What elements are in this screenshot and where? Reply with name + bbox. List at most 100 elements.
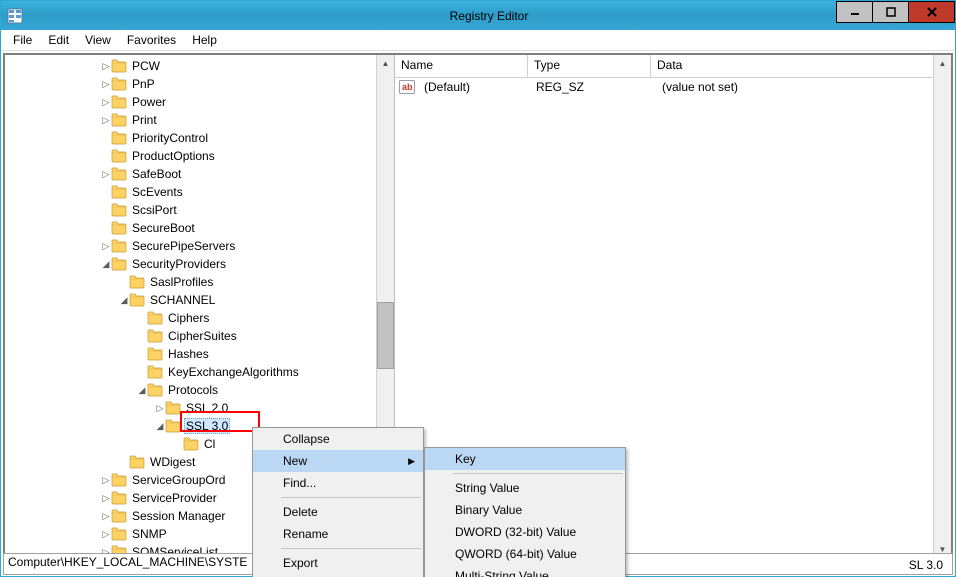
tree-node-keyexchangealgorithms[interactable]: KeyExchangeAlgorithms — [5, 363, 377, 381]
menu-file[interactable]: File — [5, 31, 40, 49]
tree-node-protocols[interactable]: ◢Protocols — [5, 381, 377, 399]
tree-node-securepipeservers[interactable]: ▷ SecurePipeServers — [5, 237, 377, 255]
folder-icon — [129, 275, 145, 289]
folder-icon — [111, 113, 127, 127]
tree-label: PCW — [130, 59, 162, 73]
values-scrollbar[interactable]: ▲ ▼ — [933, 55, 951, 558]
folder-icon — [111, 491, 127, 505]
expand-toggle[interactable]: ◢ — [155, 421, 165, 432]
scroll-up-button[interactable]: ▲ — [934, 55, 951, 72]
tree-label: Hashes — [166, 347, 211, 361]
cell-type: REG_SZ — [530, 79, 656, 95]
col-name[interactable]: Name — [395, 55, 528, 77]
menu-item-rename[interactable]: Rename — [253, 523, 423, 545]
expand-toggle[interactable]: ▷ — [101, 61, 111, 72]
folder-icon — [111, 221, 127, 235]
context-menu[interactable]: CollapseNew▶Find...DeleteRenameExportPer… — [252, 427, 424, 577]
expand-toggle[interactable]: ▷ — [101, 97, 111, 108]
menu-item-binary-value[interactable]: Binary Value — [425, 499, 625, 521]
tree-node-scsiport[interactable]: ScsiPort — [5, 201, 377, 219]
expand-toggle[interactable]: ▷ — [101, 493, 111, 504]
tree-label: ScEvents — [130, 185, 185, 199]
expand-toggle[interactable]: ▷ — [101, 511, 111, 522]
titlebar[interactable]: Registry Editor — [1, 1, 955, 30]
folder-icon — [111, 95, 127, 109]
menu-item-qword-64-bit-value[interactable]: QWORD (64-bit) Value — [425, 543, 625, 565]
menu-item-find-[interactable]: Find... — [253, 472, 423, 494]
expand-toggle[interactable]: ▷ — [101, 115, 111, 126]
menu-item-multi-string-value[interactable]: Multi-String Value — [425, 565, 625, 577]
menu-edit[interactable]: Edit — [40, 31, 77, 49]
menu-bar[interactable]: FileEditViewFavoritesHelp — [1, 30, 955, 51]
tree-label: SNMP — [130, 527, 169, 541]
tree-node-securityproviders[interactable]: ◢ SecurityProviders — [5, 255, 377, 273]
folder-icon — [129, 455, 145, 469]
tree-node-hashes[interactable]: Hashes — [5, 345, 377, 363]
tree-label: SecurePipeServers — [130, 239, 237, 253]
menu-item-delete[interactable]: Delete — [253, 501, 423, 523]
expand-toggle[interactable]: ▷ — [101, 475, 111, 486]
expand-toggle[interactable]: ▷ — [155, 403, 165, 414]
scroll-thumb[interactable] — [377, 302, 394, 370]
tree-node-pcw[interactable]: ▷ PCW — [5, 57, 377, 75]
menu-help[interactable]: Help — [184, 31, 225, 49]
menu-item-key[interactable]: Key — [425, 448, 625, 470]
tree-node-productoptions[interactable]: ProductOptions — [5, 147, 377, 165]
registry-editor-window: Registry Editor FileEditViewFavoritesHel… — [0, 0, 956, 577]
tree-label: SafeBoot — [130, 167, 183, 181]
menu-separator — [281, 497, 421, 498]
menu-item-new[interactable]: New▶ — [253, 450, 423, 472]
tree-node-safeboot[interactable]: ▷ SafeBoot — [5, 165, 377, 183]
tree-node-schannel[interactable]: ◢ SCHANNEL — [5, 291, 377, 309]
expand-toggle[interactable]: ◢ — [101, 259, 111, 270]
tree-node-scevents[interactable]: ScEvents — [5, 183, 377, 201]
tree-node-ciphersuites[interactable]: CipherSuites — [5, 327, 377, 345]
minimize-button[interactable] — [836, 1, 873, 23]
list-header[interactable]: Name Type Data — [395, 55, 951, 78]
tree-node-secureboot[interactable]: SecureBoot — [5, 219, 377, 237]
col-type[interactable]: Type — [528, 55, 651, 77]
tree-node-ssl-2-0[interactable]: ▷SSL 2.0 — [5, 399, 377, 417]
folder-icon — [111, 509, 127, 523]
tree-label: SSL 3.0 — [184, 418, 230, 434]
col-data[interactable]: Data — [651, 55, 951, 77]
maximize-button[interactable] — [872, 1, 909, 23]
tree-node-ciphers[interactable]: Ciphers — [5, 309, 377, 327]
value-row[interactable]: (Default)REG_SZ(value not set) — [395, 78, 951, 96]
folder-icon — [129, 293, 145, 307]
expand-toggle[interactable]: ◢ — [119, 295, 129, 306]
tree-label: SCHANNEL — [148, 293, 217, 307]
scroll-up-button[interactable]: ▲ — [377, 55, 394, 72]
folder-icon — [111, 239, 127, 253]
submenu-arrow-icon: ▶ — [408, 456, 415, 467]
expand-toggle[interactable]: ▷ — [101, 529, 111, 540]
folder-icon — [147, 383, 163, 397]
close-button[interactable] — [908, 1, 955, 23]
folder-icon — [147, 311, 163, 325]
tree-label: PnP — [130, 77, 157, 91]
expand-toggle[interactable]: ▷ — [101, 241, 111, 252]
expand-toggle[interactable]: ▷ — [101, 79, 111, 90]
folder-icon — [165, 419, 181, 433]
tree-label: SaslProfiles — [148, 275, 215, 289]
expand-toggle[interactable]: ◢ — [137, 385, 147, 396]
menu-item-export[interactable]: Export — [253, 552, 423, 574]
menu-favorites[interactable]: Favorites — [119, 31, 184, 49]
tree-node-prioritycontrol[interactable]: PriorityControl — [5, 129, 377, 147]
folder-icon — [111, 77, 127, 91]
menu-item-collapse[interactable]: Collapse — [253, 428, 423, 450]
menu-item-dword-32-bit-value[interactable]: DWORD (32-bit) Value — [425, 521, 625, 543]
menu-view[interactable]: View — [77, 31, 119, 49]
folder-icon — [183, 437, 199, 451]
tree-node-power[interactable]: ▷Power — [5, 93, 377, 111]
tree-label: SecurityProviders — [130, 257, 228, 271]
folder-icon — [165, 401, 181, 415]
folder-icon — [111, 131, 127, 145]
folder-icon — [111, 167, 127, 181]
tree-node-pnp[interactable]: ▷ PnP — [5, 75, 377, 93]
tree-node-saslprofiles[interactable]: SaslProfiles — [5, 273, 377, 291]
menu-item-string-value[interactable]: String Value — [425, 477, 625, 499]
expand-toggle[interactable]: ▷ — [101, 169, 111, 180]
tree-node-print[interactable]: ▷Print — [5, 111, 377, 129]
sub-context-menu[interactable]: Key String ValueBinary ValueDWORD (32-bit… — [424, 447, 626, 577]
